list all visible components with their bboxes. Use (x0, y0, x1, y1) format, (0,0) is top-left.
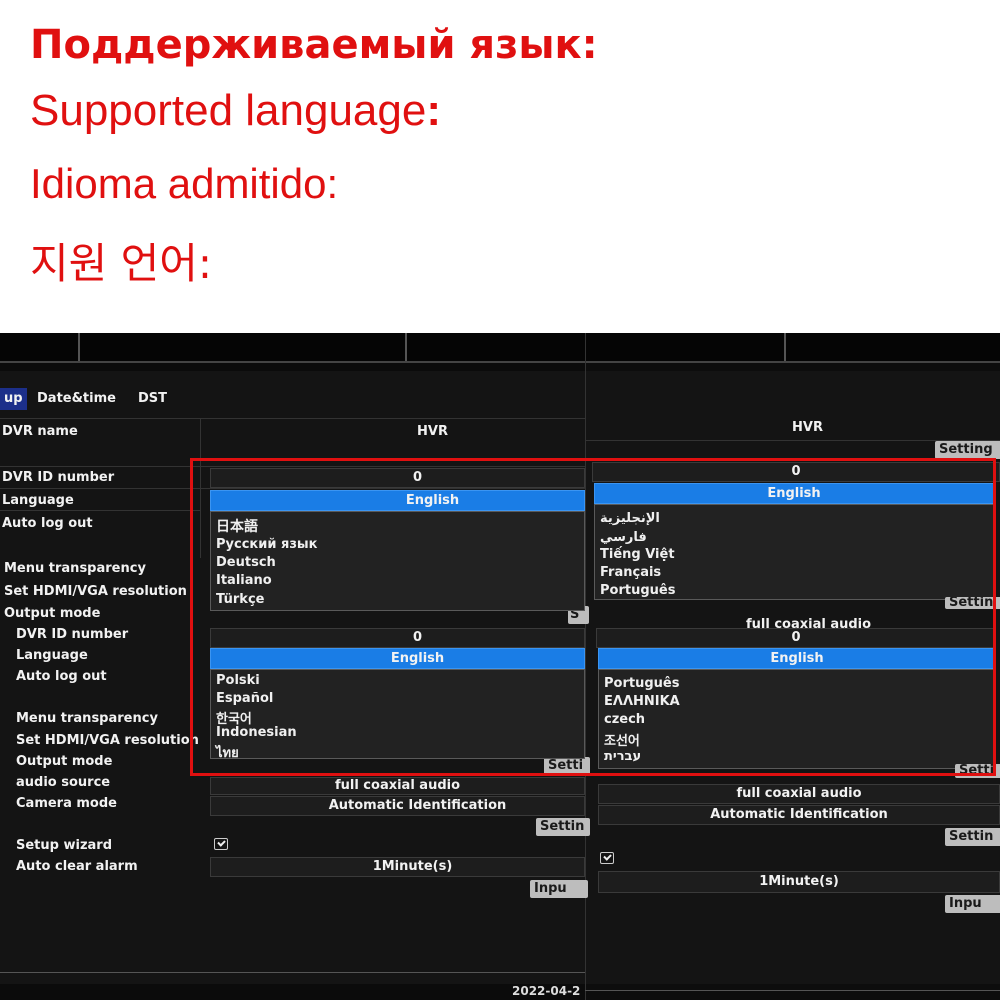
hdmi-resolution-label: Set HDMI/VGA resolution (4, 584, 187, 599)
setting-button[interactable]: Setting (935, 441, 1000, 459)
heading-spanish: Idioma admitido: (30, 160, 339, 207)
dvr-name-label: DVR name (2, 424, 78, 439)
audio-source-field[interactable]: full coaxial audio (598, 784, 1000, 804)
date-display: 2022-04-2 (512, 984, 581, 998)
bottom-bar-line (0, 972, 585, 973)
auto-clear-alarm-field[interactable]: 1Minute(s) (598, 871, 1000, 893)
dvr-name-value: HVR (792, 420, 823, 435)
top-bar-divider (78, 333, 80, 361)
menu-transparency-label: Menu transparency (16, 711, 158, 726)
auto-logout-label: Auto log out (16, 669, 107, 684)
auto-clear-alarm-label: Auto clear alarm (16, 859, 138, 874)
setup-wizard-label: Setup wizard (16, 838, 113, 853)
output-mode-label: Output mode (16, 754, 113, 769)
audio-source-label: audio source (16, 775, 111, 790)
heading-english-text: Supported language (30, 86, 427, 135)
setup-wizard-checkbox[interactable] (214, 838, 228, 850)
auto-clear-alarm-field[interactable]: 1Minute(s) (210, 857, 585, 877)
highlight-box (190, 458, 996, 776)
tab-date-time[interactable]: Date&time (33, 388, 120, 410)
top-bar-divider (784, 333, 786, 361)
auto-logout-label: Auto log out (2, 516, 93, 531)
setup-wizard-checkbox[interactable] (600, 852, 614, 864)
heading-russian: Поддерживаемый язык: (30, 22, 598, 68)
heading-korean: 지원 언어: (30, 239, 213, 288)
dvr-id-label: DVR ID number (16, 627, 129, 642)
tab-setup[interactable]: up (0, 388, 27, 410)
dvr-name-value: HVR (417, 424, 448, 439)
top-bar (0, 333, 585, 363)
language-label: Language (2, 493, 74, 508)
heading-english: Supported language: (30, 86, 441, 136)
camera-mode-setting-button[interactable]: Settin (945, 828, 1000, 846)
tab-dst[interactable]: DST (134, 388, 171, 410)
audio-source-field[interactable]: full coaxial audio (210, 777, 585, 795)
camera-mode-label: Camera mode (16, 796, 117, 811)
menu-transparency-label: Menu transparency (4, 561, 146, 576)
input-button[interactable]: Inpu (945, 895, 1000, 913)
camera-mode-setting-button[interactable]: Settin (536, 818, 590, 836)
top-bar-divider (405, 333, 407, 361)
bottom-bar-line (585, 990, 1000, 991)
grid-line (0, 510, 200, 511)
grid-line (0, 418, 585, 419)
heading-english-colon: : (426, 86, 441, 135)
dvr-id-label: DVR ID number (2, 470, 115, 485)
output-mode-label: Output mode (4, 606, 101, 621)
camera-mode-field[interactable]: Automatic Identification (210, 796, 585, 816)
hdmi-resolution-label: Set HDMI/VGA resolution (16, 733, 199, 748)
language-label: Language (16, 648, 88, 663)
top-bar (586, 333, 1000, 363)
input-button[interactable]: Inpu (530, 880, 588, 898)
camera-mode-field[interactable]: Automatic Identification (598, 805, 1000, 825)
